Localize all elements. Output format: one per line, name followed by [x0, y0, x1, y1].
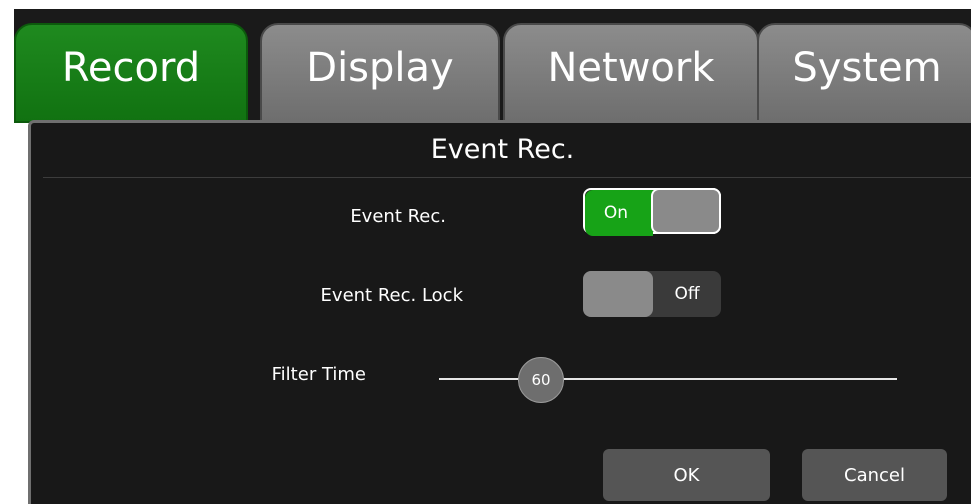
- event-rec-panel: Event Rec. Event Rec. On Event Rec. Lock…: [28, 120, 971, 504]
- event-rec-lock-toggle-knob: [583, 271, 653, 317]
- dvr-settings-screen: Record Display Network System Event Rec.…: [0, 0, 971, 504]
- event-rec-toggle-knob: [651, 188, 721, 234]
- cancel-button[interactable]: Cancel: [802, 449, 947, 501]
- filter-time-label: Filter Time: [271, 364, 366, 385]
- filter-time-slider-track[interactable]: [439, 378, 897, 380]
- event-rec-toggle-state: On: [585, 190, 653, 236]
- event-rec-toggle[interactable]: On: [583, 188, 721, 236]
- event-rec-lock-toggle[interactable]: Off: [583, 271, 721, 317]
- event-rec-label: Event Rec.: [350, 206, 446, 227]
- tab-display[interactable]: Display: [260, 23, 500, 123]
- panel-title: Event Rec.: [430, 133, 575, 165]
- event-rec-lock-toggle-state: Off: [674, 284, 700, 304]
- ok-button[interactable]: OK: [603, 449, 770, 501]
- tab-system[interactable]: System: [757, 23, 971, 123]
- tab-network[interactable]: Network: [503, 23, 759, 123]
- title-divider: [43, 177, 971, 178]
- filter-time-slider-thumb[interactable]: 60: [518, 357, 564, 403]
- tab-record[interactable]: Record: [14, 23, 248, 123]
- event-rec-lock-label: Event Rec. Lock: [320, 285, 463, 306]
- tab-bar: Record Display Network System: [14, 9, 971, 123]
